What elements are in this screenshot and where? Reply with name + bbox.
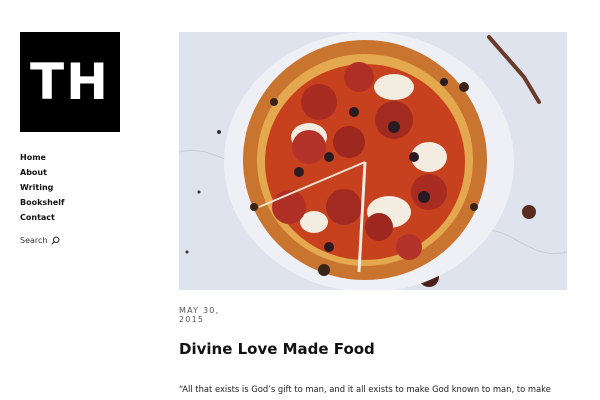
- pizza-photo: [179, 32, 567, 290]
- nav-item-contact[interactable]: Contact: [20, 210, 65, 225]
- nav-item-bookshelf[interactable]: Bookshelf: [20, 195, 65, 210]
- site-logo[interactable]: TH: [20, 32, 120, 132]
- post-featured-image[interactable]: [179, 32, 567, 290]
- search-toggle[interactable]: Search: [20, 236, 60, 245]
- post-date-line2: 2015: [179, 315, 205, 324]
- nav-item-about[interactable]: About: [20, 165, 65, 180]
- post-title[interactable]: Divine Love Made Food: [179, 340, 375, 358]
- nav-item-writing[interactable]: Writing: [20, 180, 65, 195]
- post-excerpt: “All that exists is God’s gift to man, a…: [179, 384, 551, 394]
- nav-item-home[interactable]: Home: [20, 150, 65, 165]
- logo-text: TH: [30, 53, 110, 111]
- post-date: MAY 30, 2015: [179, 306, 239, 324]
- search-label: Search: [20, 236, 48, 245]
- post-date-line1: MAY 30,: [179, 306, 220, 315]
- main-nav: Home About Writing Bookshelf Contact: [20, 150, 65, 225]
- search-icon: [51, 236, 60, 245]
